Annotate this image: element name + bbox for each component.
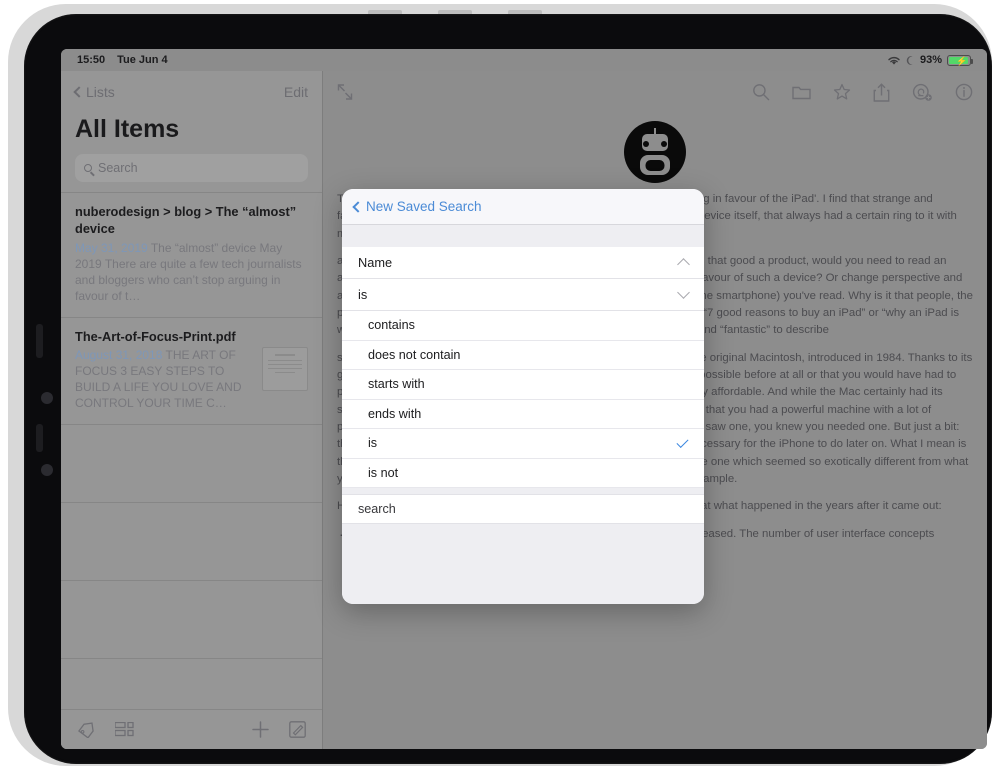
option-label: is not <box>368 465 399 480</box>
chevron-left-icon <box>73 86 85 98</box>
sidebar-back-label: Lists <box>86 84 115 100</box>
modal-back-button[interactable]: New Saved Search <box>352 199 482 214</box>
list-item-title: The-Art-of-Focus-Print.pdf <box>75 328 236 344</box>
sidebar: Lists Edit All Items Search nuberodesign… <box>61 71 323 749</box>
wifi-icon <box>887 55 901 66</box>
option-label: does not contain <box>368 347 461 362</box>
status-bar: 15:50 Tue Jun 4 93% ⚡ <box>61 49 987 71</box>
operator-option-does-not-contain[interactable]: does not contain <box>342 340 704 370</box>
list-layout-icon[interactable] <box>115 722 134 737</box>
sidebar-edit-button[interactable]: Edit <box>284 84 308 100</box>
detail-toolbar <box>323 71 987 113</box>
list-empty-row <box>61 424 322 502</box>
search-value-text: search <box>358 502 396 516</box>
checkmark-icon <box>676 435 689 448</box>
volume-down-button[interactable] <box>36 424 43 452</box>
list-item-snippet: May 31, 2019 The “almost” device May 201… <box>75 241 308 305</box>
list-item-date: August 31, 2018 <box>75 348 163 363</box>
search-icon[interactable] <box>752 83 770 101</box>
option-label: contains <box>368 318 415 333</box>
robot-logo <box>337 121 973 183</box>
star-icon[interactable] <box>833 83 851 101</box>
field-selector-label: Name <box>358 255 393 270</box>
list-item[interactable]: The-Art-of-Focus-Print.pdf August 31, 20… <box>61 316 322 425</box>
share-icon[interactable] <box>873 82 890 102</box>
option-label: starts with <box>368 377 425 392</box>
modal-title: New Saved Search <box>366 199 482 214</box>
operator-option-ends-with[interactable]: ends with <box>342 399 704 429</box>
folder-icon[interactable] <box>792 84 811 100</box>
sidebar-toolbar <box>61 709 322 749</box>
field-selector-row[interactable]: Name <box>342 247 704 279</box>
list-empty-row <box>61 502 322 580</box>
operator-option-contains[interactable]: contains <box>342 311 704 341</box>
sidebar-nav-bar: Lists Edit <box>61 71 322 113</box>
search-icon <box>84 164 92 172</box>
search-placeholder: Search <box>98 161 138 175</box>
option-label: ends with <box>368 406 422 421</box>
chevron-down-icon <box>677 286 690 299</box>
modal-header: New Saved Search <box>342 189 704 225</box>
sidebar-back-button[interactable]: Lists <box>73 84 115 100</box>
list-item-date: May 31, 2019 <box>75 240 148 255</box>
page-title: All Items <box>75 115 180 143</box>
ipad-screen: 15:50 Tue Jun 4 93% ⚡ Lists Edit All Ite… <box>61 49 987 749</box>
compose-icon[interactable] <box>289 721 306 738</box>
list-item[interactable]: nuberodesign > blog > The “almost” devic… <box>61 192 322 317</box>
plus-icon[interactable] <box>252 721 269 738</box>
operator-option-is-not[interactable]: is not <box>342 458 704 488</box>
battery-percent-label: 93% <box>919 54 942 66</box>
modal-spacer <box>342 225 704 247</box>
chevron-up-icon <box>677 258 690 271</box>
status-date: Tue Jun 4 <box>117 54 168 66</box>
tag-icon[interactable] <box>77 721 95 738</box>
list-item-title: nuberodesign > blog > The “almost” devic… <box>75 204 297 236</box>
operator-selector-row[interactable]: is <box>342 279 704 311</box>
option-label: is <box>368 436 378 451</box>
device-bezel: 15:50 Tue Jun 4 93% ⚡ Lists Edit All Ite… <box>24 14 992 764</box>
modal-body-fill <box>342 524 704 604</box>
status-time: 15:50 <box>77 54 106 66</box>
chevron-left-icon <box>352 200 364 213</box>
operator-option-starts-with[interactable]: starts with <box>342 370 704 400</box>
ipad-device-frame: 15:50 Tue Jun 4 93% ⚡ Lists Edit All Ite… <box>8 4 992 766</box>
battery-icon: ⚡ <box>947 54 973 66</box>
side-dot <box>41 464 53 476</box>
new-saved-search-modal: New Saved Search Name is contains does n… <box>342 189 704 604</box>
search-value-input[interactable]: search <box>342 494 704 524</box>
moon-icon <box>906 55 915 66</box>
list-empty-row <box>61 580 322 658</box>
info-icon[interactable] <box>955 83 973 101</box>
collapse-diagonal-icon[interactable] <box>335 82 355 102</box>
search-input[interactable]: Search <box>75 154 308 182</box>
volume-up-button[interactable] <box>41 392 53 404</box>
operator-option-is[interactable]: is <box>342 429 704 459</box>
list-item-snippet: August 31, 2018 THE ART OF FOCUS 3 EASY … <box>75 348 254 412</box>
annotate-icon[interactable] <box>912 83 933 102</box>
list-item-thumbnail <box>262 347 308 392</box>
operator-selector-label: is <box>358 287 368 302</box>
power-button[interactable] <box>36 324 43 358</box>
